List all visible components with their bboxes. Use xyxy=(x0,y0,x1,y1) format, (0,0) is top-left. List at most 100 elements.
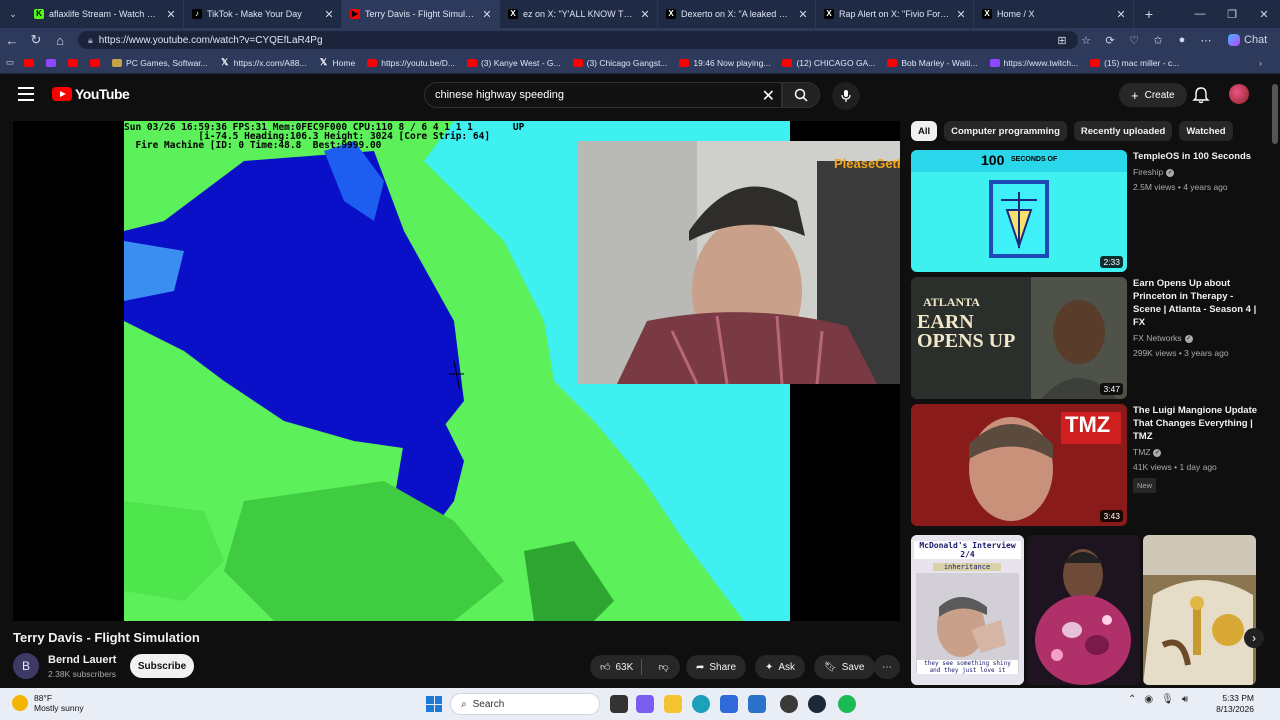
filter-chip[interactable]: Computer programming xyxy=(944,121,1067,141)
bookmark-item[interactable]: 𝕏https://x.com/A88... xyxy=(220,57,306,68)
task-view-icon[interactable] xyxy=(610,695,628,713)
browser-tab[interactable]: X Home / X ✕ xyxy=(974,0,1134,28)
short-item-1[interactable]: McDonald's Interview 2/4 inheritance the… xyxy=(911,535,1024,685)
dislike-button[interactable]: 👎︎ xyxy=(647,661,680,673)
windows-start-icon[interactable] xyxy=(426,696,442,712)
bookmark-item[interactable] xyxy=(90,57,101,68)
guide-menu-icon[interactable] xyxy=(18,87,34,101)
account-avatar[interactable] xyxy=(1229,84,1249,104)
save-button[interactable]: 🔖︎ Save xyxy=(814,655,875,679)
close-tab-icon[interactable]: ✕ xyxy=(1115,8,1127,21)
browser-essentials-icon[interactable]: ♡ xyxy=(1124,34,1144,47)
notifications-bell-icon[interactable] xyxy=(1192,86,1212,104)
recommendation-item[interactable]: EARN OPENS UP ATLANTA 3:47 Earn Opens Up ab… xyxy=(911,277,1269,399)
close-tab-icon[interactable]: ✕ xyxy=(797,8,809,21)
recommendation-channel[interactable]: Fireship ✓ xyxy=(1133,166,1263,179)
browser-tab[interactable]: X Rap Alert on X: "Fivio Foreign dro ✕ xyxy=(816,0,974,28)
copilot-taskbar-icon[interactable] xyxy=(636,695,654,713)
copilot-chat-button[interactable]: Chat xyxy=(1220,34,1272,46)
bookmark-item[interactable]: PC Games, Softwar... xyxy=(112,57,208,68)
bookmark-item[interactable]: https://www.twitch... xyxy=(989,57,1078,68)
reading-list-icon[interactable]: ▭ xyxy=(6,57,14,68)
url-field[interactable]: 🔒︎ https://www.youtube.com/watch?v=CYQEf… xyxy=(78,31,1078,49)
steam-icon[interactable] xyxy=(808,695,826,713)
recommendation-thumbnail[interactable]: TMZ 3:43 xyxy=(911,404,1127,526)
close-window-icon[interactable]: ✕ xyxy=(1248,8,1280,21)
bookmark-item[interactable]: (12) CHICAGO GA... xyxy=(782,57,875,68)
page-scrollbar[interactable] xyxy=(1270,74,1280,688)
youtube-logo[interactable]: YouTube xyxy=(52,86,130,102)
favorites-icon[interactable]: ✩ xyxy=(1148,34,1168,47)
new-tab-button[interactable]: + xyxy=(1134,6,1164,22)
create-button[interactable]: + Create xyxy=(1119,83,1187,107)
extensions-icon[interactable]: ⟳ xyxy=(1100,34,1120,47)
bookmark-item[interactable] xyxy=(68,57,79,68)
tray-overflow-icon[interactable]: ⌃ xyxy=(1128,694,1136,705)
bookmark-item[interactable]: (3) Chicago Gangst... xyxy=(572,57,667,68)
bookmark-item[interactable]: (3) Kanye West - G... xyxy=(466,57,561,68)
recommendation-title[interactable]: Earn Opens Up about Princeton in Therapy… xyxy=(1133,277,1263,329)
recommendation-channel[interactable]: TMZ ✓ xyxy=(1133,446,1263,459)
recommendation-thumbnail[interactable]: EARN OPENS UP ATLANTA 3:47 xyxy=(911,277,1127,399)
recommendation-item[interactable]: 100 SECONDS OF 2:33 TempleOS in 100 Seconds… xyxy=(911,150,1269,272)
search-input[interactable]: chinese highway speeding ✕ xyxy=(424,82,782,108)
weather-widget[interactable]: 88°F Mostly sunny xyxy=(12,693,84,713)
back-icon[interactable]: ← xyxy=(0,33,24,48)
recommendation-channel[interactable]: FX Networks ✓ xyxy=(1133,332,1263,345)
channel-name[interactable]: Bernd Lauert xyxy=(48,654,116,666)
recommendation-title[interactable]: The Luigi Mangione Update That Changes E… xyxy=(1133,404,1263,443)
bookmark-item[interactable]: https://youtu.be/D... xyxy=(367,57,455,68)
profile-icon[interactable]: ● xyxy=(1172,34,1192,46)
recommendation-title[interactable]: TempleOS in 100 Seconds xyxy=(1133,150,1263,163)
bookmarks-overflow-icon[interactable]: › xyxy=(1259,58,1280,68)
settings-more-icon[interactable]: ⋯ xyxy=(1196,34,1216,47)
bookmark-item[interactable]: 𝕏 Home xyxy=(319,57,355,68)
close-tab-icon[interactable]: ✕ xyxy=(165,8,177,21)
browser-tab[interactable]: Xez on X: "Y'ALL KNOW THE DRILL" ✕ xyxy=(500,0,658,28)
close-tab-icon[interactable]: ✕ xyxy=(481,8,493,21)
subscribe-button[interactable]: Subscribe xyxy=(130,654,194,678)
taskbar-search-box[interactable]: ⌕ Search xyxy=(450,693,600,715)
bookmark-item[interactable]: (15) mac miller - c... xyxy=(1090,57,1179,68)
volume-icon[interactable]: 🔊︎ xyxy=(1182,694,1188,705)
short-item-3[interactable] xyxy=(1143,535,1256,685)
app-available-icon[interactable]: ⊞ xyxy=(1052,34,1072,47)
share-button[interactable]: ➦ Share xyxy=(686,655,747,679)
filter-chip[interactable]: All xyxy=(911,121,938,141)
site-info-icon[interactable]: 🔒︎ xyxy=(88,35,93,46)
file-explorer-icon[interactable] xyxy=(664,695,682,713)
mail-icon[interactable] xyxy=(748,695,766,713)
edge-browser-icon[interactable] xyxy=(692,695,710,713)
close-tab-icon[interactable]: ✕ xyxy=(639,8,651,21)
browser-tab[interactable]: Kaflaxlife Stream - Watch Live on K ✕ xyxy=(26,0,184,28)
network-icon[interactable]: ◉ xyxy=(1144,694,1153,705)
ask-button[interactable]: ✦ Ask xyxy=(755,655,806,679)
taskbar-clock[interactable]: 5:33 PM 8/13/2026 xyxy=(1198,693,1254,715)
filter-chip[interactable]: Watched xyxy=(1179,121,1233,141)
channel-avatar[interactable]: B xyxy=(13,653,39,679)
filter-chip[interactable]: Recently uploaded xyxy=(1073,121,1173,141)
short-item-2[interactable] xyxy=(1027,535,1140,685)
clear-search-icon[interactable]: ✕ xyxy=(762,86,775,106)
voice-search-button[interactable] xyxy=(832,82,860,110)
tab-actions-menu-button[interactable]: ⌄ xyxy=(0,0,26,28)
spotify-icon[interactable] xyxy=(838,695,856,713)
browser-tab[interactable]: X Dexerto on X: "A leaked screensho ✕ xyxy=(658,0,816,28)
recommendation-item[interactable]: TMZ 3:43 The Luigi Mangione Update That Ch… xyxy=(911,404,1269,526)
reload-icon[interactable]: ↻ xyxy=(24,32,48,48)
bookmark-item[interactable]: Bob Marley - Waiti... xyxy=(887,57,978,68)
more-actions-button[interactable]: ⋯ xyxy=(874,655,900,679)
bookmark-item[interactable] xyxy=(24,57,35,68)
recommendation-thumbnail[interactable]: 100 SECONDS OF 2:33 xyxy=(911,150,1127,272)
bookmark-item[interactable] xyxy=(46,57,57,68)
browser-tab[interactable]: ▶ Terry Davis - Flight Simulation ✕ xyxy=(342,0,500,28)
like-button[interactable]: 👍︎ 63K xyxy=(590,659,643,675)
favorite-star-icon[interactable]: ☆ xyxy=(1076,34,1096,47)
microphone-tray-icon[interactable]: 🎙︎ xyxy=(1161,694,1174,705)
close-tab-icon[interactable]: ✕ xyxy=(955,8,967,21)
minimize-icon[interactable]: — xyxy=(1184,8,1216,21)
obs-icon[interactable] xyxy=(780,695,798,713)
store-icon[interactable] xyxy=(720,695,738,713)
video-player[interactable]: Sun 03/26 16:59:36 FPS:31 Mem:0FEC9F000 … xyxy=(13,121,900,621)
browser-tab[interactable]: ♪ TikTok - Make Your Day ✕ xyxy=(184,0,342,28)
